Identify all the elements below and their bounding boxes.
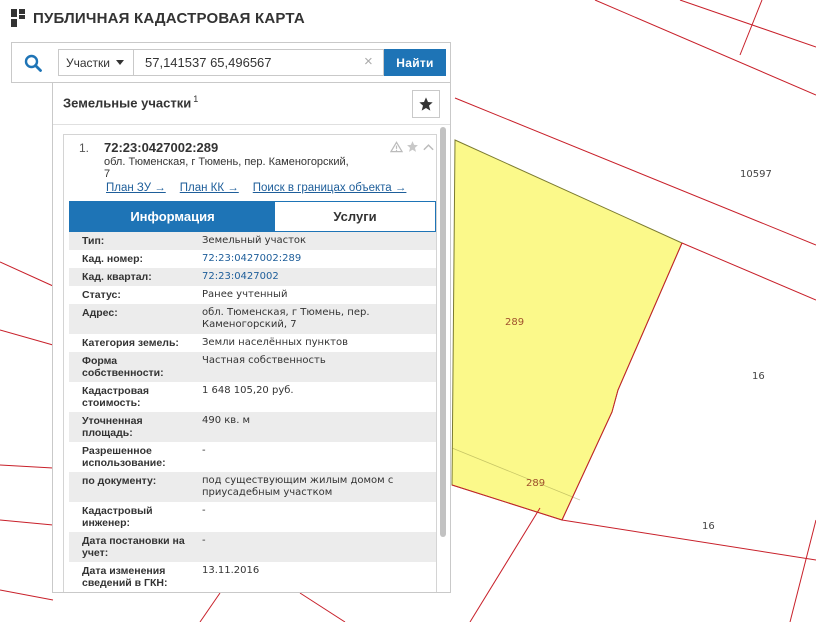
row-key: Дата изменения сведений в ГКН: bbox=[82, 565, 168, 589]
row-value: под существующим жилым домом с приусадеб… bbox=[202, 475, 394, 498]
info-table: Тип: Земельный участок Кад. номер: 72:23… bbox=[69, 232, 436, 592]
row-value: Земельный участок bbox=[202, 235, 307, 246]
table-row: Уточненная площадь: 490 кв. м bbox=[69, 412, 436, 442]
table-row: Тип: Земельный участок bbox=[69, 232, 436, 250]
row-key: Форма собственности: bbox=[82, 355, 164, 379]
result-links: План ЗУ → План КК → Поиск в границах объ… bbox=[106, 182, 406, 194]
tab-info[interactable]: Информация bbox=[70, 202, 275, 231]
search-button[interactable] bbox=[12, 43, 54, 82]
search-in-bounds-link[interactable]: Поиск в границах объекта → bbox=[253, 182, 407, 194]
row-key: Категория земель: bbox=[82, 337, 179, 349]
row-key: Кадастровый инженер: bbox=[82, 505, 153, 529]
panel-title: Земельные участки 1 bbox=[63, 94, 198, 110]
row-key: Уточненная площадь: bbox=[82, 415, 143, 439]
cad-number-link[interactable]: 72:23:0427002:289 bbox=[187, 253, 417, 265]
parcel-label-289-top: 289 bbox=[505, 317, 524, 328]
row-value: 490 кв. м bbox=[202, 415, 251, 426]
app-header: ПУБЛИЧНАЯ КАДАСТРОВАЯ КАРТА bbox=[10, 6, 305, 30]
result-address-line: 7 bbox=[104, 168, 111, 180]
search-input[interactable] bbox=[134, 49, 384, 76]
row-value: Частная собственность bbox=[202, 355, 326, 366]
search-type-select[interactable]: Участки bbox=[58, 49, 134, 76]
search-icon bbox=[24, 54, 42, 72]
find-button[interactable]: Найти bbox=[384, 49, 446, 76]
result-cad-number[interactable]: 72:23:0427002:289 bbox=[104, 140, 218, 155]
highlighted-parcel[interactable] bbox=[451, 139, 683, 521]
row-value: - bbox=[202, 505, 206, 516]
plan-zu-link[interactable]: План ЗУ → bbox=[106, 182, 166, 194]
parcel-label-289-bottom: 289 bbox=[526, 478, 545, 489]
tab-services[interactable]: Услуги bbox=[275, 202, 435, 231]
table-row: Дата изменения сведений в ГКН: 13.11.201… bbox=[69, 562, 436, 592]
table-row: Кад. квартал: 72:23:0427002 bbox=[69, 268, 436, 286]
parcel-label-10597: 10597 bbox=[740, 169, 772, 180]
row-value: 13.11.2016 bbox=[202, 565, 260, 576]
results-count: 1 bbox=[193, 94, 199, 104]
table-row: Форма собственности: Частная собственнос… bbox=[69, 352, 436, 382]
row-key: Статус: bbox=[82, 289, 121, 301]
search-bar: Участки × Найти bbox=[11, 42, 451, 83]
scrollbar-thumb[interactable] bbox=[440, 127, 446, 537]
result-address: обл. Тюменская, г Тюмень, пер. Каменогор… bbox=[104, 156, 374, 180]
clear-icon[interactable]: × bbox=[364, 53, 373, 71]
row-key: Кадастровая стоимость: bbox=[82, 385, 149, 409]
chevron-down-icon bbox=[116, 60, 124, 65]
star-icon bbox=[419, 97, 433, 111]
row-key: Разрешенное использование: bbox=[82, 445, 166, 469]
row-value: - bbox=[202, 445, 206, 456]
row-value: - bbox=[202, 535, 206, 546]
table-row: Статус: Ранее учтенный bbox=[69, 286, 436, 304]
result-tabs: Информация Услуги bbox=[69, 201, 436, 232]
parcel-label-16-right: 16 bbox=[752, 371, 765, 382]
table-row: Кад. номер: 72:23:0427002:289 bbox=[69, 250, 436, 268]
table-row: Кадастровый инженер: - bbox=[69, 502, 436, 532]
row-key: Дата постановки на учет: bbox=[82, 535, 185, 559]
result-index: 1. bbox=[79, 141, 90, 155]
table-row: Кадастровая стоимость: 1 648 105,20 руб. bbox=[69, 382, 436, 412]
panel-title-text: Земельные участки bbox=[63, 95, 192, 111]
logo-icon bbox=[11, 9, 25, 27]
cad-quarter-link[interactable]: 72:23:0427002 bbox=[187, 271, 417, 283]
row-key: Адрес: bbox=[82, 307, 118, 319]
favorites-button[interactable] bbox=[412, 90, 440, 118]
table-row: Адрес: обл. Тюменская, г Тюмень, пер. Ка… bbox=[69, 304, 436, 334]
table-row: Разрешенное использование: - bbox=[69, 442, 436, 472]
plan-kk-link[interactable]: План КК → bbox=[180, 182, 239, 194]
warning-icon[interactable] bbox=[390, 140, 403, 153]
app-title: ПУБЛИЧНАЯ КАДАСТРОВАЯ КАРТА bbox=[33, 9, 305, 27]
table-row: Дата постановки на учет: - bbox=[69, 532, 436, 562]
row-value: Ранее учтенный bbox=[202, 289, 288, 300]
result-card: 1. 72:23:0427002:289 обл. Тюменская, г Т… bbox=[63, 134, 437, 592]
row-value: 1 648 105,20 руб. bbox=[202, 385, 294, 396]
parcel-label-16-bottom: 16 bbox=[702, 521, 715, 532]
search-type-label: Участки bbox=[66, 55, 110, 70]
result-actions bbox=[390, 140, 435, 153]
row-key: Кад. квартал: bbox=[82, 271, 152, 283]
row-key: Тип: bbox=[82, 235, 105, 247]
row-value: обл. Тюменская, г Тюмень, пер. Каменогор… bbox=[202, 307, 370, 330]
result-address-line: обл. Тюменская, г Тюмень, пер. Каменогор… bbox=[104, 156, 349, 168]
chevron-up-icon[interactable] bbox=[422, 142, 435, 152]
scrollbar[interactable] bbox=[439, 125, 448, 592]
table-row: Категория земель: Земли населённых пункт… bbox=[69, 334, 436, 352]
table-row: по документу: под существующим жилым дом… bbox=[69, 472, 436, 502]
row-key: Кад. номер: bbox=[82, 253, 144, 265]
row-key: по документу: bbox=[82, 475, 157, 487]
divider bbox=[53, 124, 450, 125]
results-panel: Земельные участки 1 1. 72:23:0427002:289 … bbox=[52, 83, 451, 593]
star-icon[interactable] bbox=[406, 140, 419, 153]
row-value: Земли населённых пунктов bbox=[202, 337, 348, 348]
